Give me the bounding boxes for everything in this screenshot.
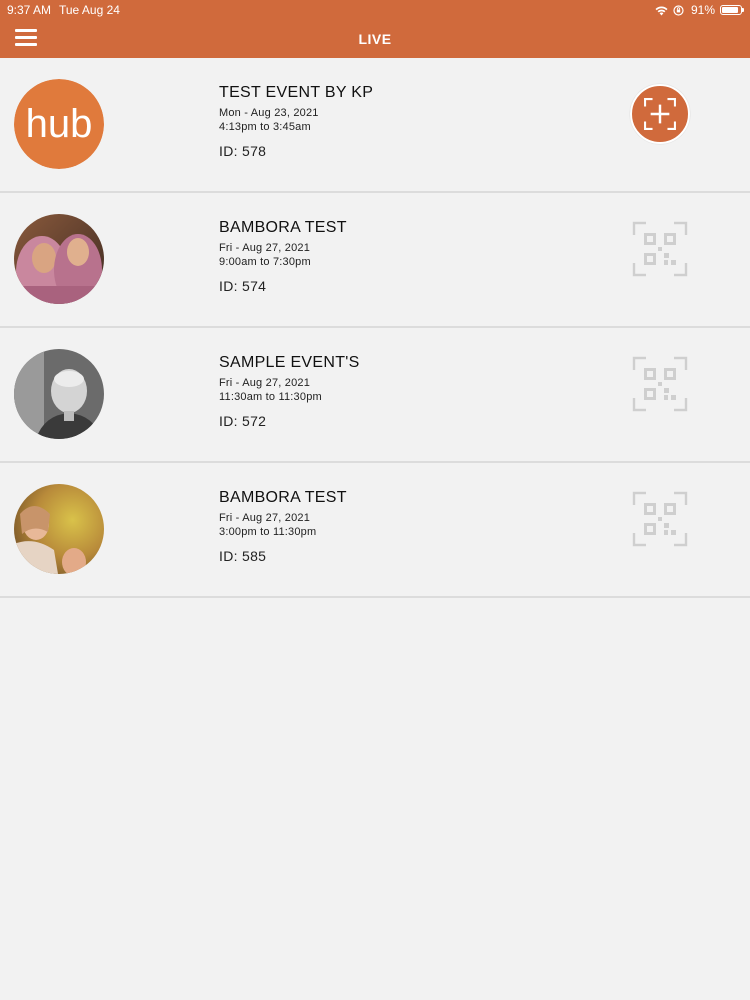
wifi-icon — [655, 5, 668, 16]
qr-scan-button[interactable] — [630, 489, 690, 549]
event-title: BAMBORA TEST — [219, 219, 347, 236]
event-info: TEST EVENT BY KP Mon - Aug 23, 2021 4:13… — [219, 84, 373, 159]
event-time: 11:30am to 11:30pm — [219, 391, 322, 403]
qr-scan-button[interactable] — [630, 219, 690, 279]
event-time: 9:00am to 7:30pm — [219, 256, 311, 268]
event-date: Fri - Aug 27, 2021 — [219, 512, 311, 524]
status-indicators: 91% — [655, 3, 744, 17]
event-photo-avatar — [14, 214, 104, 304]
event-info: BAMBORA TEST Fri - Aug 27, 2021 9:00am t… — [219, 219, 347, 294]
qr-code-icon — [632, 356, 688, 412]
qr-code-icon — [632, 221, 688, 277]
event-time: 4:13pm to 3:45am — [219, 121, 311, 133]
page-title: LIVE — [358, 31, 392, 47]
event-photo-avatar — [14, 349, 104, 439]
event-info: BAMBORA TEST Fri - Aug 27, 2021 3:00pm t… — [219, 489, 347, 564]
qr-scan-button[interactable] — [630, 354, 690, 414]
status-time: 9:37 AM — [7, 3, 52, 17]
event-list: hub TEST EVENT BY KP Mon - Aug 23, 2021 … — [0, 58, 750, 598]
event-id: ID: 574 — [219, 278, 267, 294]
orientation-lock-icon — [673, 4, 686, 16]
event-id: ID: 585 — [219, 548, 267, 564]
event-title: BAMBORA TEST — [219, 489, 347, 506]
app-header: 9:37 AM Tue Aug 24 91% LIVE — [0, 0, 750, 58]
event-row[interactable]: SAMPLE EVENT'S Fri - Aug 27, 2021 11:30a… — [0, 328, 750, 463]
status-bar: 9:37 AM Tue Aug 24 91% — [0, 0, 750, 20]
event-date: Mon - Aug 23, 2021 — [219, 107, 319, 119]
battery-percent: 91% — [690, 3, 715, 17]
add-scan-button[interactable] — [630, 84, 690, 144]
event-row[interactable]: BAMBORA TEST Fri - Aug 27, 2021 9:00am t… — [0, 193, 750, 328]
add-scan-icon — [644, 98, 676, 130]
event-title: SAMPLE EVENT'S — [219, 354, 360, 371]
event-title: TEST EVENT BY KP — [219, 84, 374, 101]
hub-logo-avatar: hub — [14, 79, 104, 169]
event-info: SAMPLE EVENT'S Fri - Aug 27, 2021 11:30a… — [219, 354, 360, 429]
event-id: ID: 572 — [219, 413, 267, 429]
status-date: Tue Aug 24 — [59, 3, 120, 17]
event-photo-avatar — [14, 484, 104, 574]
event-date: Fri - Aug 27, 2021 — [219, 242, 311, 254]
event-row[interactable]: BAMBORA TEST Fri - Aug 27, 2021 3:00pm t… — [0, 463, 750, 598]
event-id: ID: 578 — [219, 143, 267, 159]
qr-code-icon — [632, 491, 688, 547]
event-time: 3:00pm to 11:30pm — [219, 526, 317, 538]
battery-icon — [720, 5, 744, 15]
event-row[interactable]: hub TEST EVENT BY KP Mon - Aug 23, 2021 … — [0, 58, 750, 193]
event-date: Fri - Aug 27, 2021 — [219, 377, 311, 389]
hub-logo-text: hub — [26, 102, 93, 146]
